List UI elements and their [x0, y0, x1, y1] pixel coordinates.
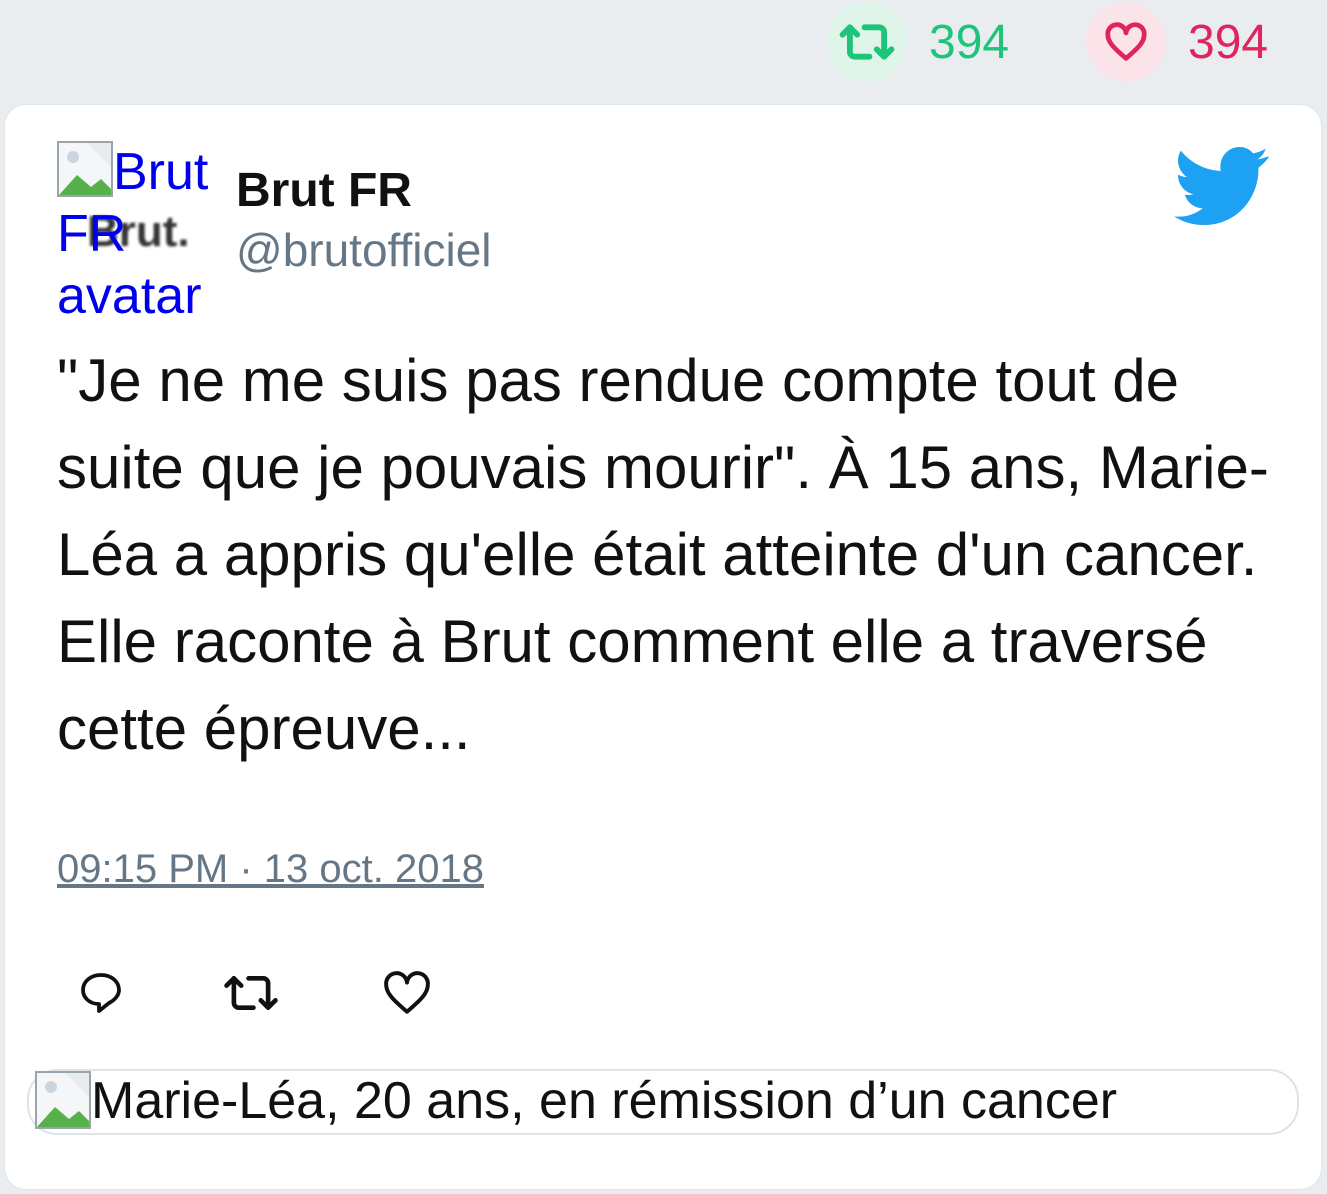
like-button[interactable] [377, 963, 437, 1023]
retweet-count: 394 [929, 15, 1010, 69]
top-stats-bar: 394 394 [0, 0, 1327, 100]
heart-icon [384, 971, 430, 1014]
retweet-icon[interactable] [827, 2, 907, 82]
tweet-card: Brut. Brut FR avatar Brut FR @brutoffici… [4, 104, 1322, 1190]
avatar-alt-text: Brut FR avatar [57, 143, 209, 325]
broken-image-icon [35, 1071, 91, 1129]
reply-icon [81, 973, 121, 1013]
like-stat[interactable]: 394 [1086, 0, 1268, 84]
media-preview[interactable]: Marie-Léa, 20 ans, en rémission d’un can… [27, 1069, 1299, 1135]
avatar[interactable]: Brut. Brut FR avatar [57, 141, 217, 325]
author-handle[interactable]: @brutofficiel [236, 223, 492, 277]
twitter-bird-icon[interactable] [1173, 147, 1271, 227]
retweet-stat[interactable]: 394 [827, 0, 1009, 84]
reply-button[interactable] [71, 963, 131, 1023]
media-alt-text: Marie-Léa, 20 ans, en rémission d’un can… [91, 1072, 1118, 1130]
author-name[interactable]: Brut FR [236, 163, 412, 218]
like-count: 394 [1188, 15, 1269, 69]
retweet-icon [224, 976, 278, 1010]
tweet-timestamp[interactable]: 09:15 PM · 13 oct. 2018 [57, 847, 484, 892]
heart-icon[interactable] [1086, 2, 1166, 82]
retweet-button[interactable] [221, 963, 281, 1023]
tweet-text: "Je ne me suis pas rendue compte tout de… [57, 347, 1269, 762]
